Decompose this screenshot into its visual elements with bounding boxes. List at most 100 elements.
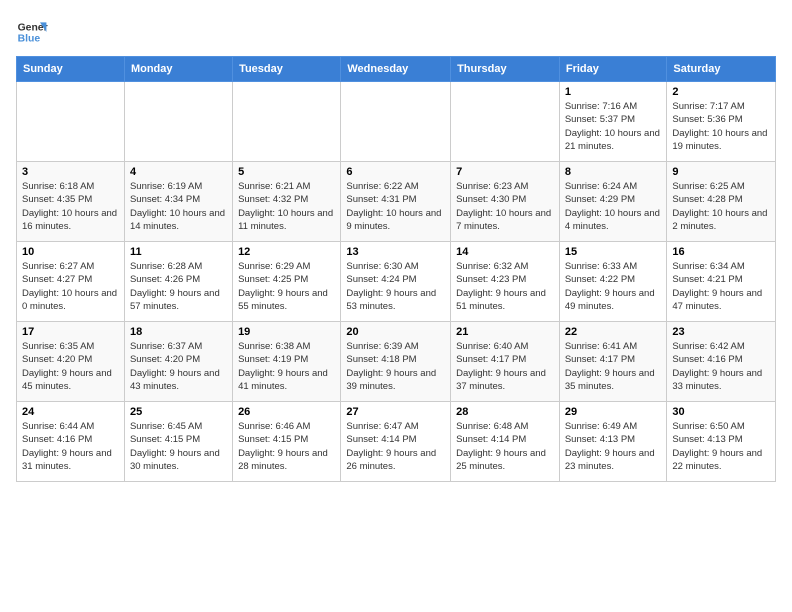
logo: General Blue: [16, 16, 48, 48]
calendar-cell: 29Sunrise: 6:49 AM Sunset: 4:13 PM Dayli…: [559, 402, 667, 482]
cell-detail: Sunrise: 6:35 AM Sunset: 4:20 PM Dayligh…: [22, 340, 119, 393]
cell-detail: Sunrise: 6:21 AM Sunset: 4:32 PM Dayligh…: [238, 180, 335, 233]
calendar-cell: 13 Sunrise: 6:30 AM Sunset: 4:24 PM Dayli…: [341, 242, 451, 322]
calendar-cell: 15 Sunrise: 6:33 AM Sunset: 4:22 PM Dayli…: [559, 242, 667, 322]
cell-detail: Sunrise: 6:45 AM Sunset: 4:15 PM Dayligh…: [130, 420, 227, 473]
day-number: 10: [22, 246, 119, 258]
day-number: 7: [456, 166, 554, 178]
day-header-wednesday: Wednesday: [341, 57, 451, 82]
day-number: 25: [130, 406, 227, 418]
calendar-cell: 6Sunrise: 6:22 AM Sunset: 4:31 PM Daylig…: [341, 162, 451, 242]
day-number: 22: [565, 326, 662, 338]
cell-detail: Sunrise: 6:38 AM Sunset: 4:19 PM Dayligh…: [238, 340, 335, 393]
day-header-sunday: Sunday: [17, 57, 125, 82]
cell-detail: Sunrise: 6:25 AM Sunset: 4:28 PM Dayligh…: [672, 180, 770, 233]
calendar-cell: 18 Sunrise: 6:37 AM Sunset: 4:20 PM Dayli…: [124, 322, 232, 402]
day-number: 20: [346, 326, 445, 338]
cell-detail: Sunrise: 6:42 AM Sunset: 4:16 PM Dayligh…: [672, 340, 770, 393]
calendar-cell: 22 Sunrise: 6:41 AM Sunset: 4:17 PM Dayli…: [559, 322, 667, 402]
day-number: 3: [22, 166, 119, 178]
calendar-cell: 19 Sunrise: 6:38 AM Sunset: 4:19 PM Dayli…: [233, 322, 341, 402]
svg-text:Blue: Blue: [18, 34, 41, 45]
calendar-cell: 5 Sunrise: 6:21 AM Sunset: 4:32 PM Daylig…: [233, 162, 341, 242]
cell-detail: Sunrise: 6:22 AM Sunset: 4:31 PM Dayligh…: [346, 180, 445, 233]
cell-detail: Sunrise: 6:29 AM Sunset: 4:25 PM Dayligh…: [238, 260, 335, 313]
day-header-monday: Monday: [124, 57, 232, 82]
calendar-cell: 17 Sunrise: 6:35 AM Sunset: 4:20 PM Dayli…: [17, 322, 125, 402]
cell-detail: Sunrise: 6:44 AM Sunset: 4:16 PM Dayligh…: [22, 420, 119, 473]
day-number: 13: [346, 246, 445, 258]
calendar-cell: 14 Sunrise: 6:32 AM Sunset: 4:23 PM Dayli…: [451, 242, 560, 322]
calendar-cell: 30 Sunrise: 6:50 AM Sunset: 4:13 PM Dayli…: [667, 402, 776, 482]
calendar-cell: 27 Sunrise: 6:47 AM Sunset: 4:14 PM Dayli…: [341, 402, 451, 482]
day-number: 24: [22, 406, 119, 418]
calendar-week-row: 3 Sunrise: 6:18 AM Sunset: 4:35 PM Daylig…: [17, 162, 776, 242]
cell-detail: Sunrise: 6:34 AM Sunset: 4:21 PM Dayligh…: [672, 260, 770, 313]
calendar-cell: 2 Sunrise: 7:17 AM Sunset: 5:36 PM Daylig…: [667, 82, 776, 162]
day-number: 9: [672, 166, 770, 178]
cell-detail: Sunrise: 6:37 AM Sunset: 4:20 PM Dayligh…: [130, 340, 227, 393]
day-number: 15: [565, 246, 662, 258]
cell-detail: Sunrise: 6:24 AM Sunset: 4:29 PM Dayligh…: [565, 180, 662, 233]
day-number: 27: [346, 406, 445, 418]
calendar-cell: 7 Sunrise: 6:23 AM Sunset: 4:30 PM Daylig…: [451, 162, 560, 242]
cell-detail: Sunrise: 6:39 AM Sunset: 4:18 PM Dayligh…: [346, 340, 445, 393]
cell-detail: Sunrise: 6:40 AM Sunset: 4:17 PM Dayligh…: [456, 340, 554, 393]
calendar-cell: 21 Sunrise: 6:40 AM Sunset: 4:17 PM Dayli…: [451, 322, 560, 402]
calendar-cell: 9 Sunrise: 6:25 AM Sunset: 4:28 PM Daylig…: [667, 162, 776, 242]
day-number: 8: [565, 166, 662, 178]
calendar-cell: 25 Sunrise: 6:45 AM Sunset: 4:15 PM Dayli…: [124, 402, 232, 482]
day-number: 18: [130, 326, 227, 338]
calendar-cell: 4Sunrise: 6:19 AM Sunset: 4:34 PM Daylig…: [124, 162, 232, 242]
page-header: General Blue: [16, 16, 776, 48]
day-number: 21: [456, 326, 554, 338]
calendar-cell: 28Sunrise: 6:48 AM Sunset: 4:14 PM Dayli…: [451, 402, 560, 482]
calendar-week-row: 10Sunrise: 6:27 AM Sunset: 4:27 PM Dayli…: [17, 242, 776, 322]
cell-detail: Sunrise: 6:46 AM Sunset: 4:15 PM Dayligh…: [238, 420, 335, 473]
calendar-cell: [233, 82, 341, 162]
calendar-week-row: 24 Sunrise: 6:44 AM Sunset: 4:16 PM Dayli…: [17, 402, 776, 482]
day-number: 16: [672, 246, 770, 258]
cell-detail: Sunrise: 6:47 AM Sunset: 4:14 PM Dayligh…: [346, 420, 445, 473]
cell-detail: Sunrise: 6:23 AM Sunset: 4:30 PM Dayligh…: [456, 180, 554, 233]
day-number: 17: [22, 326, 119, 338]
day-number: 1: [565, 86, 662, 98]
day-number: 11: [130, 246, 227, 258]
calendar-cell: 1Sunrise: 7:16 AM Sunset: 5:37 PM Daylig…: [559, 82, 667, 162]
day-header-saturday: Saturday: [667, 57, 776, 82]
calendar-week-row: 17 Sunrise: 6:35 AM Sunset: 4:20 PM Dayli…: [17, 322, 776, 402]
calendar-cell: 23 Sunrise: 6:42 AM Sunset: 4:16 PM Dayli…: [667, 322, 776, 402]
cell-detail: Sunrise: 6:50 AM Sunset: 4:13 PM Dayligh…: [672, 420, 770, 473]
day-header-tuesday: Tuesday: [233, 57, 341, 82]
calendar-header-row: SundayMondayTuesdayWednesdayThursdayFrid…: [17, 57, 776, 82]
cell-detail: Sunrise: 6:32 AM Sunset: 4:23 PM Dayligh…: [456, 260, 554, 313]
day-number: 12: [238, 246, 335, 258]
day-number: 30: [672, 406, 770, 418]
calendar-cell: [124, 82, 232, 162]
calendar-cell: [341, 82, 451, 162]
cell-detail: Sunrise: 7:17 AM Sunset: 5:36 PM Dayligh…: [672, 100, 770, 153]
calendar-cell: 24 Sunrise: 6:44 AM Sunset: 4:16 PM Dayli…: [17, 402, 125, 482]
calendar-cell: [451, 82, 560, 162]
calendar-cell: 26 Sunrise: 6:46 AM Sunset: 4:15 PM Dayli…: [233, 402, 341, 482]
calendar-cell: 20 Sunrise: 6:39 AM Sunset: 4:18 PM Dayli…: [341, 322, 451, 402]
cell-detail: Sunrise: 6:18 AM Sunset: 4:35 PM Dayligh…: [22, 180, 119, 233]
day-number: 14: [456, 246, 554, 258]
cell-detail: Sunrise: 6:33 AM Sunset: 4:22 PM Dayligh…: [565, 260, 662, 313]
cell-detail: Sunrise: 6:41 AM Sunset: 4:17 PM Dayligh…: [565, 340, 662, 393]
calendar-cell: 12 Sunrise: 6:29 AM Sunset: 4:25 PM Dayli…: [233, 242, 341, 322]
calendar-week-row: 1Sunrise: 7:16 AM Sunset: 5:37 PM Daylig…: [17, 82, 776, 162]
day-number: 28: [456, 406, 554, 418]
calendar-cell: [17, 82, 125, 162]
calendar-cell: 8 Sunrise: 6:24 AM Sunset: 4:29 PM Daylig…: [559, 162, 667, 242]
day-number: 5: [238, 166, 335, 178]
day-number: 26: [238, 406, 335, 418]
day-header-friday: Friday: [559, 57, 667, 82]
cell-detail: Sunrise: 6:30 AM Sunset: 4:24 PM Dayligh…: [346, 260, 445, 313]
calendar-cell: 3 Sunrise: 6:18 AM Sunset: 4:35 PM Daylig…: [17, 162, 125, 242]
day-number: 23: [672, 326, 770, 338]
day-number: 19: [238, 326, 335, 338]
cell-detail: Sunrise: 6:19 AM Sunset: 4:34 PM Dayligh…: [130, 180, 227, 233]
day-header-thursday: Thursday: [451, 57, 560, 82]
day-number: 2: [672, 86, 770, 98]
